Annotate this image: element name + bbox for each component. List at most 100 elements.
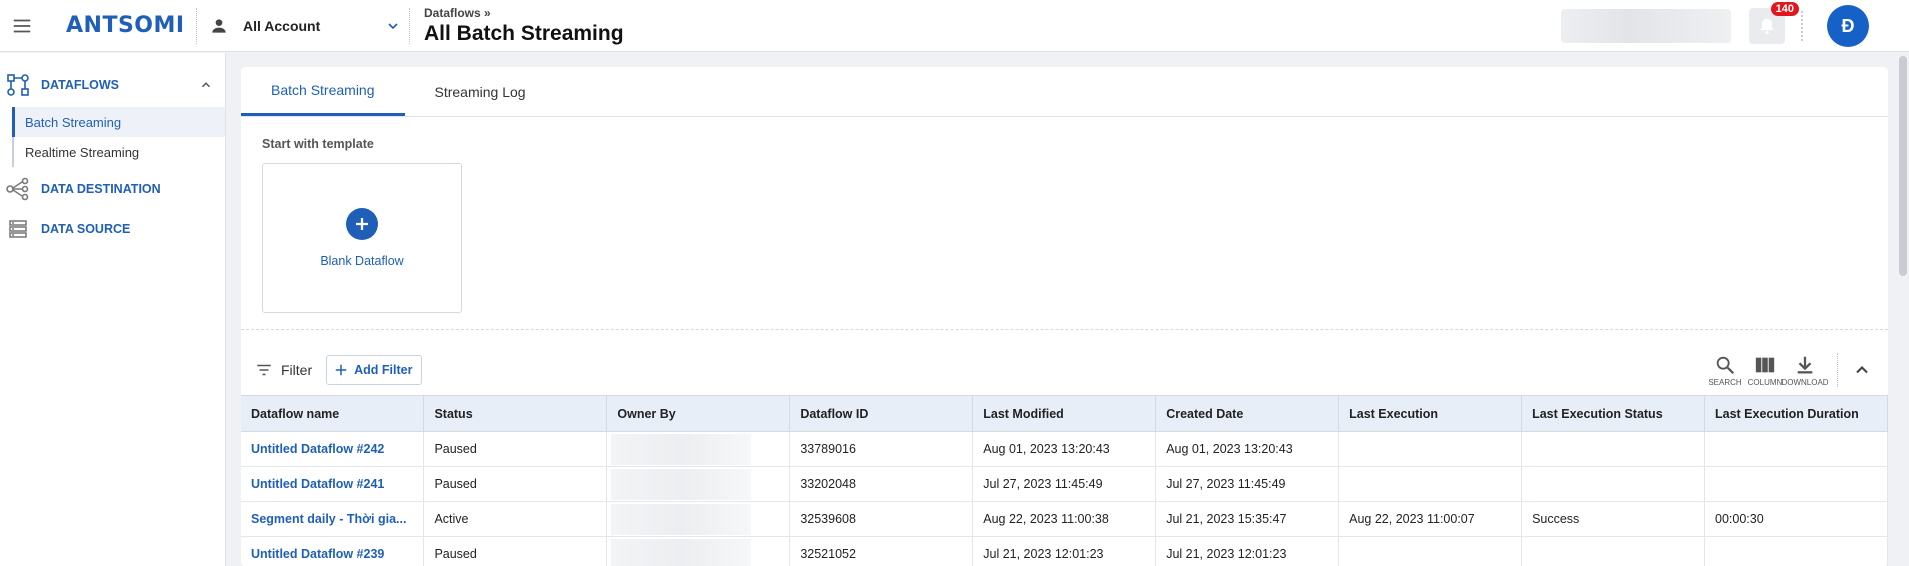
last-execution-status-cell: Success	[1521, 501, 1705, 537]
dataflow-name-link[interactable]: Untitled Dataflow #239	[241, 536, 425, 566]
account-label: All Account	[243, 17, 321, 34]
plus-circle-icon	[346, 208, 378, 240]
dataflow-id-cell: 32521052	[789, 536, 974, 566]
blurred-owner	[611, 504, 752, 535]
breadcrumb: Dataflows » All Batch Streaming	[410, 0, 624, 52]
last-modified-cell: Jul 21, 2023 12:01:23	[972, 536, 1157, 566]
dataflow-name-link[interactable]: Untitled Dataflow #242	[241, 431, 425, 467]
last-execution-status-cell	[1521, 536, 1705, 566]
dataflow-table: Dataflow name Status Owner By Dataflow I…	[241, 395, 1888, 566]
created-date-cell: Jul 21, 2023 15:35:47	[1155, 501, 1340, 537]
top-header: ANTSOMI All Account Dataflows » All Batc…	[0, 0, 1909, 52]
chevron-up-icon[interactable]	[1852, 360, 1872, 380]
filter-label[interactable]: Filter	[281, 362, 312, 378]
sidebar-group-label: DATA SOURCE	[41, 222, 131, 236]
status-cell: Paused	[423, 536, 608, 566]
dataflow-name-link[interactable]: Segment daily - Thời gia...	[241, 501, 425, 537]
last-modified-cell: Aug 22, 2023 11:00:38	[972, 501, 1157, 537]
blurred-info	[1561, 9, 1731, 43]
dataflow-id-cell: 32539608	[789, 501, 974, 537]
download-button[interactable]: DOWNLOAD	[1781, 354, 1829, 387]
blurred-owner	[611, 434, 752, 465]
dataflow-id-cell: 33202048	[789, 466, 974, 502]
main-panel: Batch Streaming Streaming Log Start with…	[241, 67, 1888, 566]
template-section-title: Start with template	[262, 137, 374, 151]
last-execution-cell	[1338, 431, 1523, 467]
column-header[interactable]: Status	[423, 395, 608, 432]
owner-cell	[606, 501, 791, 537]
table-header-row: Dataflow name Status Owner By Dataflow I…	[241, 395, 1888, 432]
last-execution-duration-cell	[1704, 431, 1888, 467]
last-execution-cell: Aug 22, 2023 11:00:07	[1338, 501, 1523, 537]
status-cell: Paused	[423, 431, 608, 467]
column-header[interactable]: Dataflow name	[241, 395, 425, 432]
add-filter-label: Add Filter	[354, 363, 413, 377]
column-header[interactable]: Created Date	[1155, 395, 1340, 432]
sidebar: DATAFLOWS Batch Streaming Realtime Strea…	[0, 53, 226, 566]
column-header[interactable]: Owner By	[606, 395, 791, 432]
app-logo[interactable]: ANTSOMI	[44, 13, 196, 38]
notification-badge: 140	[1770, 2, 1799, 16]
account-selector[interactable]: All Account	[197, 0, 409, 52]
chevron-up-icon	[201, 82, 211, 88]
share-nodes-icon	[6, 177, 29, 201]
column-header[interactable]: Last Modified	[972, 395, 1157, 432]
divider	[1837, 353, 1838, 387]
bell-icon	[1760, 18, 1774, 35]
sidebar-item-batch-streaming[interactable]: Batch Streaming	[12, 107, 225, 137]
columns-icon	[1755, 357, 1775, 372]
tab-batch-streaming[interactable]: Batch Streaming	[241, 67, 405, 116]
last-modified-cell: Aug 01, 2023 13:20:43	[972, 431, 1157, 467]
sidebar-group-data-destination[interactable]: DATA DESTINATION	[0, 167, 225, 211]
status-cell: Active	[423, 501, 608, 537]
dataflow-name-link[interactable]: Untitled Dataflow #241	[241, 466, 425, 502]
blank-dataflow-label: Blank Dataflow	[320, 254, 404, 268]
sidebar-group-label: DATAFLOWS	[41, 78, 119, 92]
add-filter-button[interactable]: Add Filter	[326, 355, 423, 385]
search-label: SEARCH	[1708, 377, 1742, 387]
dataflow-id-cell: 33789016	[789, 431, 974, 467]
column-header[interactable]: Last Execution Duration	[1704, 395, 1888, 432]
last-execution-cell	[1338, 536, 1523, 566]
sidebar-item-realtime-streaming[interactable]: Realtime Streaming	[12, 137, 225, 167]
column-header[interactable]: Dataflow ID	[789, 395, 974, 432]
menu-icon	[13, 19, 31, 32]
last-execution-cell	[1338, 466, 1523, 502]
filter-icon[interactable]	[255, 361, 273, 379]
created-date-cell: Aug 01, 2023 13:20:43	[1155, 431, 1340, 467]
owner-cell	[606, 466, 791, 502]
last-execution-duration-cell	[1704, 466, 1888, 502]
tab-bar: Batch Streaming Streaming Log	[241, 67, 1888, 117]
created-date-cell: Jul 27, 2023 11:45:49	[1155, 466, 1340, 502]
table-row: Untitled Dataflow #241 Paused 33202048 J…	[241, 466, 1888, 502]
column-header[interactable]: Last Execution Status	[1521, 395, 1705, 432]
chevron-down-icon	[388, 22, 398, 29]
plus-icon	[335, 364, 347, 376]
table-row: Segment daily - Thời gia... Active 32539…	[241, 501, 1888, 537]
search-button[interactable]: SEARCH	[1705, 354, 1745, 387]
table-row: Untitled Dataflow #239 Paused 32521052 J…	[241, 536, 1888, 566]
notifications-button[interactable]: 140	[1749, 2, 1799, 44]
created-date-cell: Jul 21, 2023 12:01:23	[1155, 536, 1340, 566]
blurred-owner	[611, 469, 752, 500]
server-list-icon	[9, 220, 27, 238]
user-avatar[interactable]: Đ	[1827, 5, 1869, 47]
column-header[interactable]: Last Execution	[1338, 395, 1523, 432]
owner-cell	[606, 536, 791, 566]
tab-streaming-log[interactable]: Streaming Log	[405, 67, 556, 116]
owner-cell	[606, 431, 791, 467]
search-icon	[1716, 356, 1735, 374]
blurred-owner	[611, 539, 752, 566]
dataflow-icon	[7, 74, 29, 96]
hamburger-menu-button[interactable]	[0, 0, 44, 52]
table-row: Untitled Dataflow #242 Paused 33789016 A…	[241, 431, 1888, 467]
column-label: COLUMN	[1747, 377, 1783, 387]
breadcrumb-dataflows-link[interactable]: Dataflows »	[424, 6, 624, 20]
download-icon	[1797, 356, 1813, 373]
blank-dataflow-card[interactable]: Blank Dataflow	[262, 163, 462, 313]
sidebar-group-data-source[interactable]: DATA SOURCE	[0, 207, 225, 251]
download-label: DOWNLOAD	[1781, 377, 1829, 387]
column-button[interactable]: COLUMN	[1745, 354, 1785, 387]
page-scrollbar[interactable]	[1899, 56, 1907, 276]
sidebar-group-dataflows[interactable]: DATAFLOWS	[0, 63, 225, 107]
